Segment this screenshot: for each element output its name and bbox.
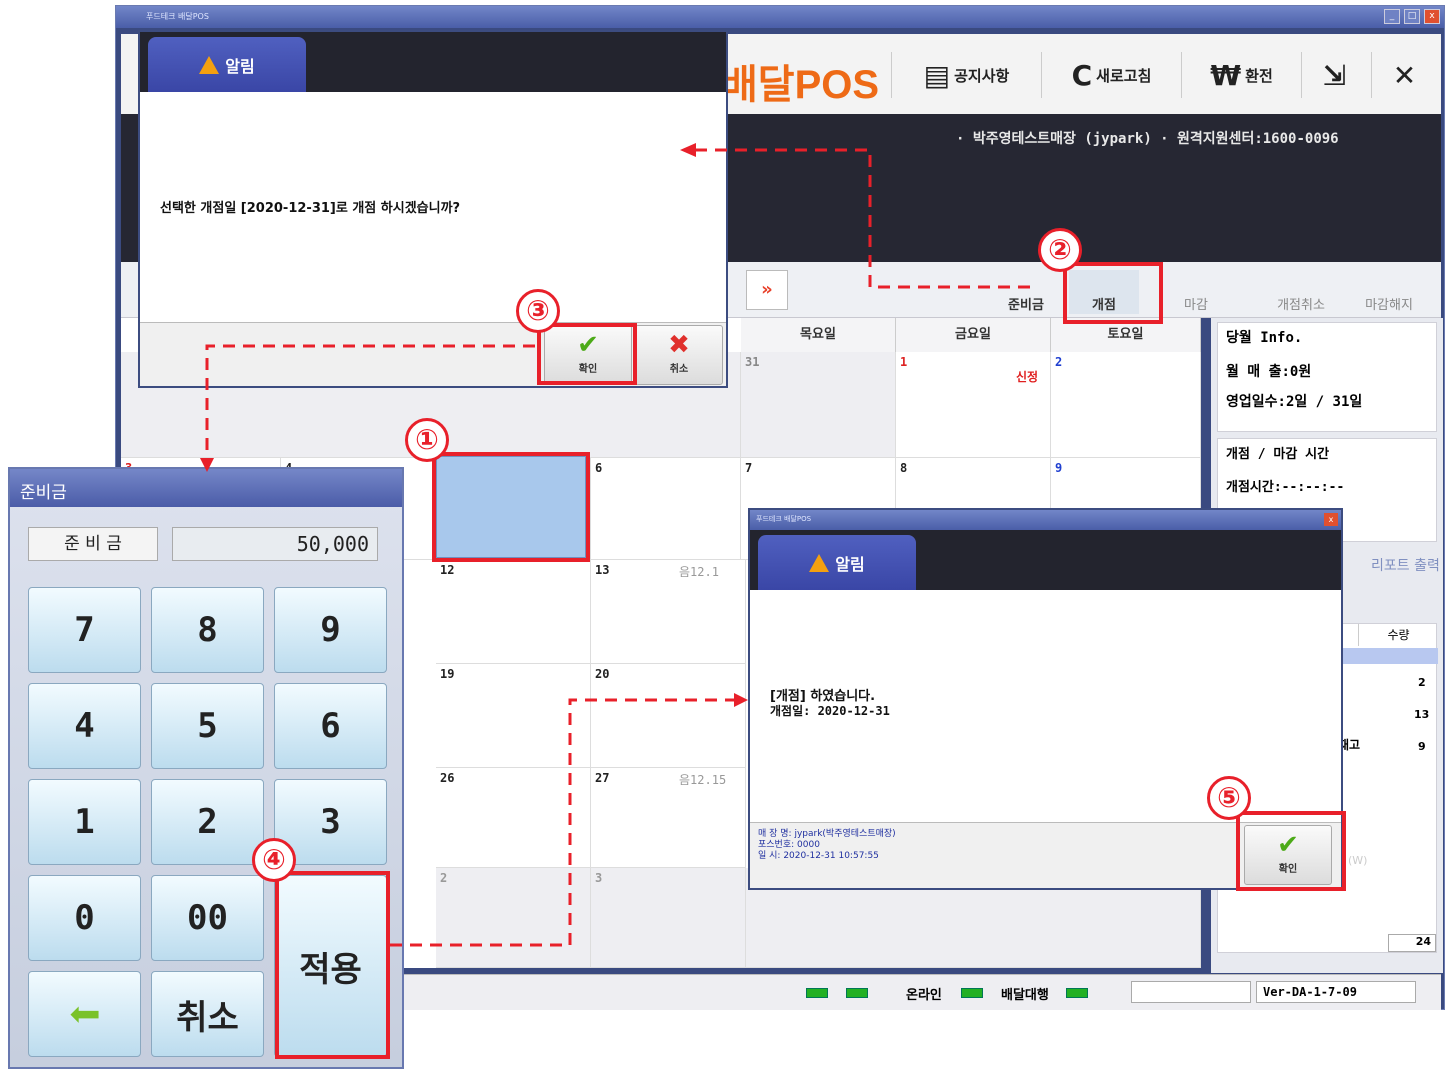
step1-highlight (432, 452, 590, 562)
step-badge-3: ③ (516, 289, 560, 333)
step-badge-5: ⑤ (1207, 776, 1251, 820)
step5-highlight (1236, 811, 1346, 891)
step4-highlight (275, 871, 390, 1059)
step-badge-1: ① (405, 418, 449, 462)
step3-highlight (537, 323, 637, 385)
step2-highlight (1063, 262, 1163, 324)
annotation-arrows (200, 143, 1030, 947)
selected-date-cell[interactable] (436, 456, 586, 558)
step-badge-2: ② (1038, 228, 1082, 272)
step-badge-4: ④ (252, 838, 296, 882)
